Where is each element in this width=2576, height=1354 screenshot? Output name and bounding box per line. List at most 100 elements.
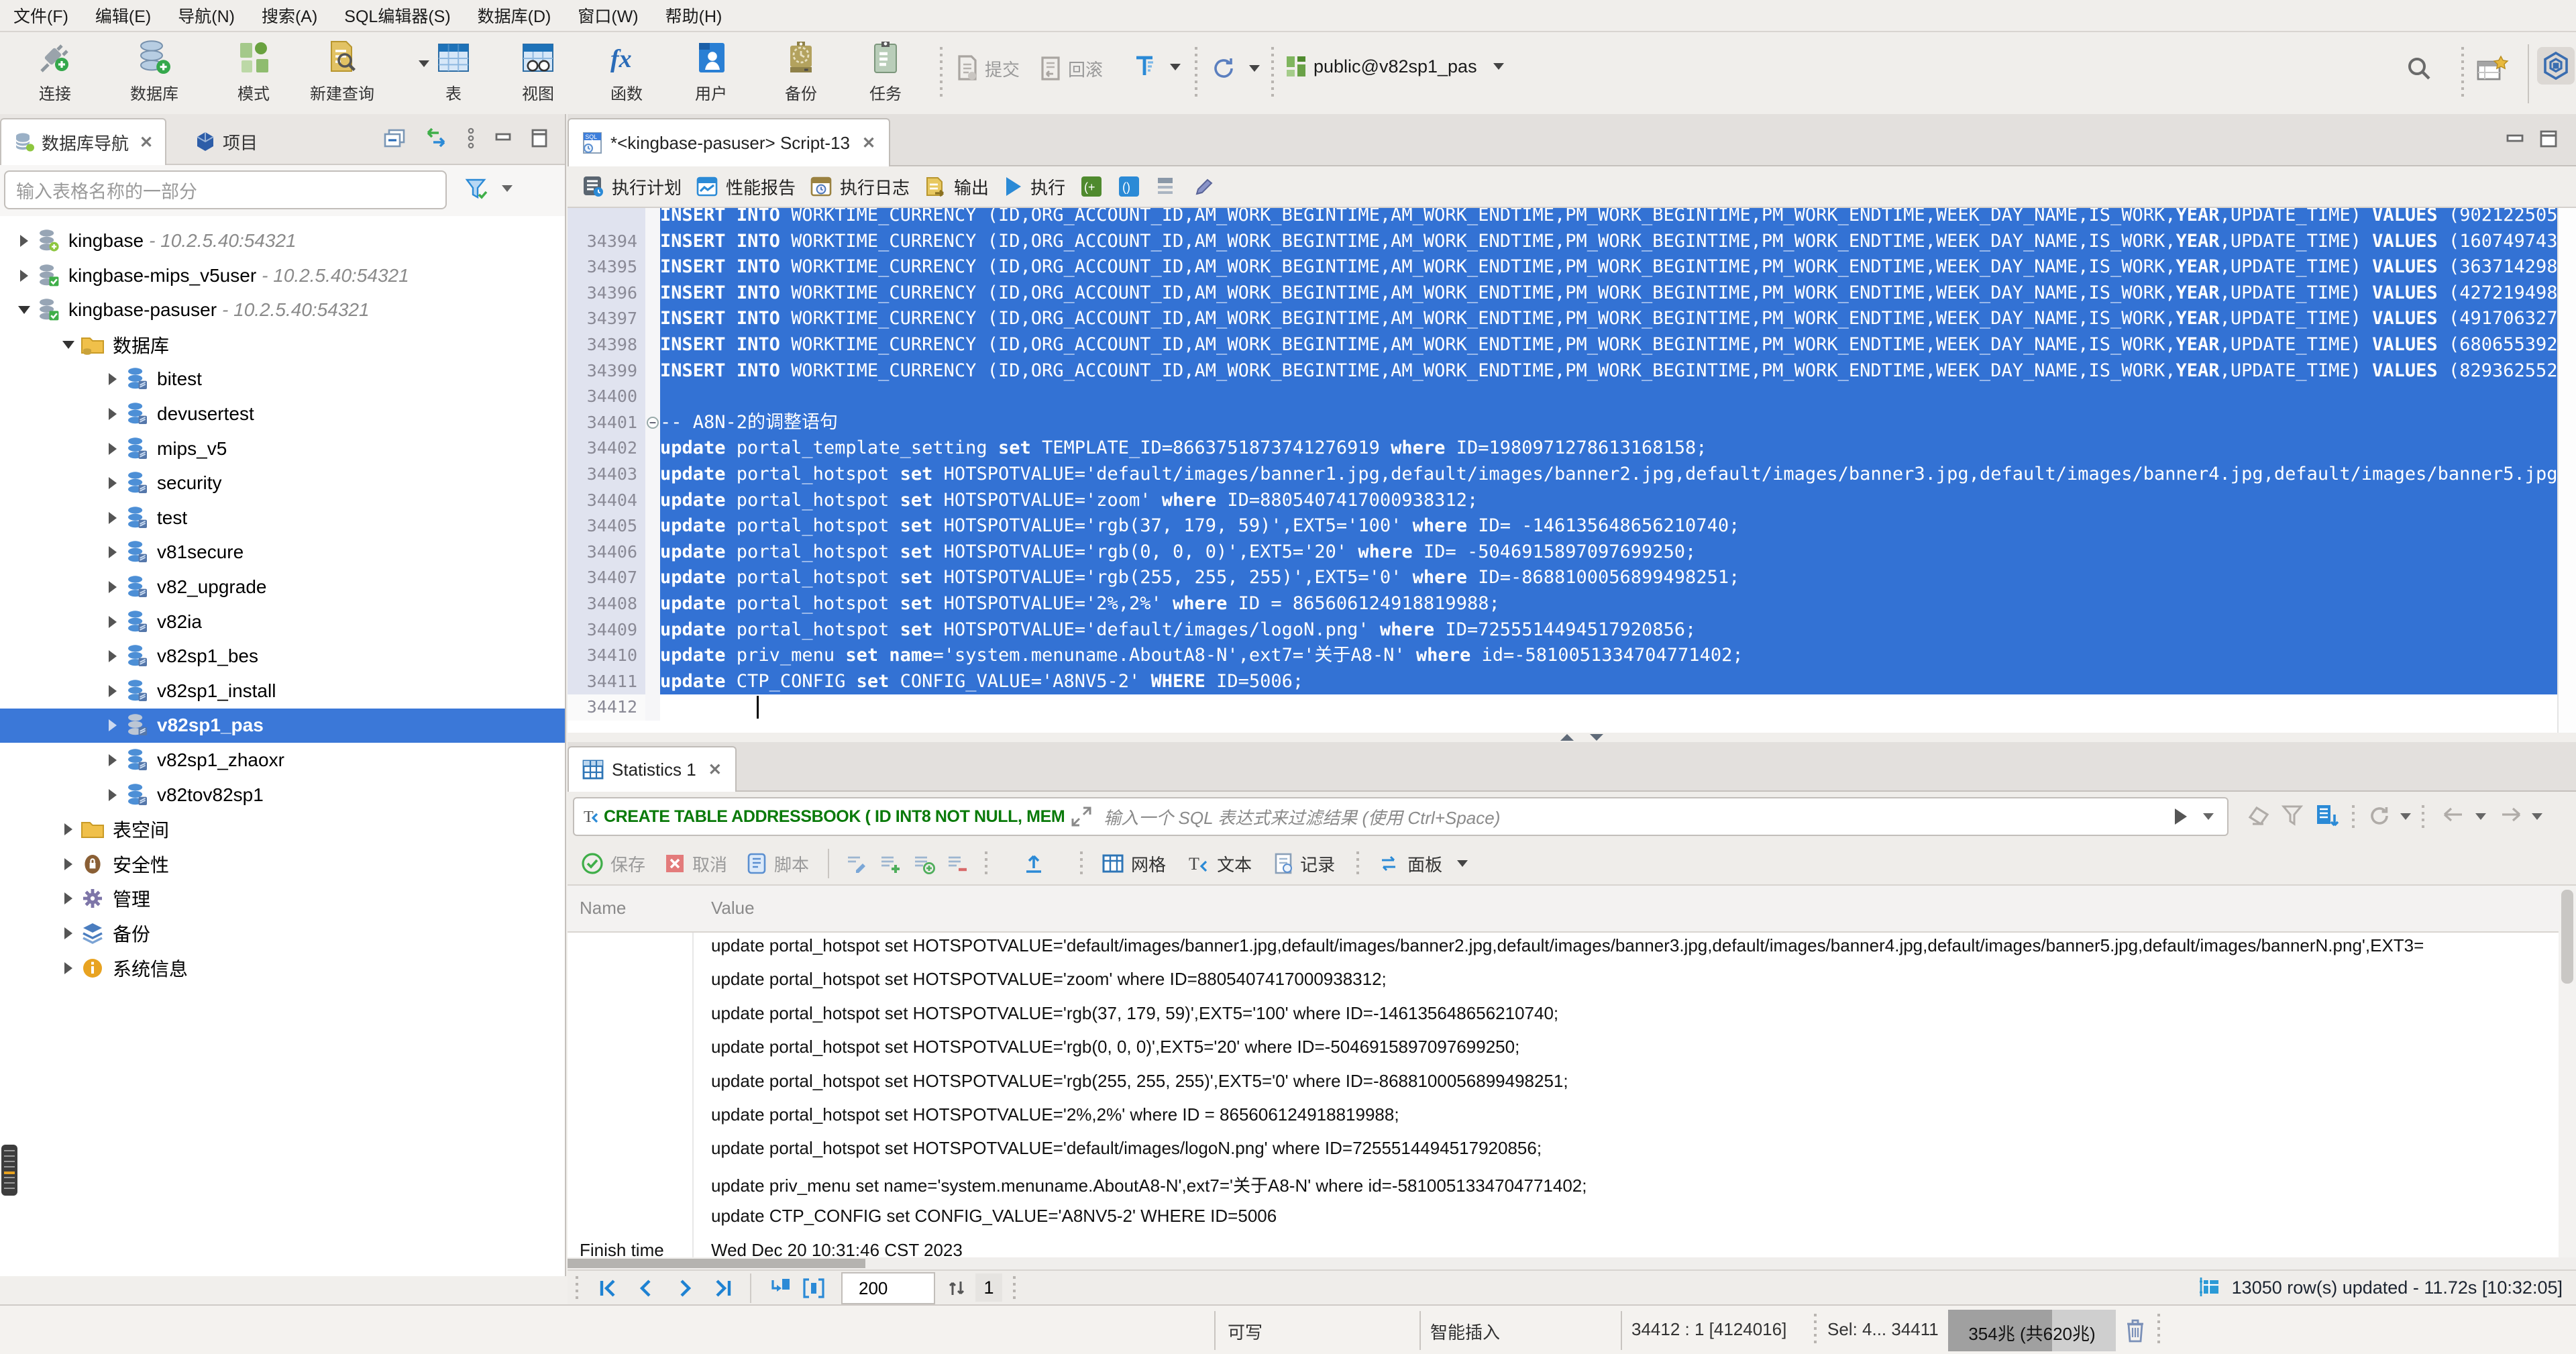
tree-item-v82sp1_install[interactable]: v82sp1_install [0,674,565,709]
tree-expand-arrow[interactable] [58,927,79,939]
result-row-3[interactable]: update portal_hotspot set HOTSPOTVALUE='… [568,1031,2559,1065]
view-button[interactable]: 视图 [494,39,582,104]
tree-expand-arrow[interactable] [102,685,123,697]
tree-expand-arrow[interactable] [58,892,79,904]
tree-expand-arrow[interactable] [102,546,123,558]
editor-line-34409[interactable]: 34409update portal_hotspot set HOTSPOTVA… [568,617,2576,643]
editor-line-34403[interactable]: 34403update portal_hotspot set HOTSPOTVA… [568,462,2576,488]
tree-item-系统信息[interactable]: 系统信息 [0,951,565,986]
menu-item-1[interactable]: 编辑(E) [82,3,164,28]
tree-expand-arrow[interactable] [102,754,123,766]
table-button[interactable]: 表 [409,39,498,104]
tree-item-mips_v5[interactable]: mips_v5 [0,431,565,466]
output-button[interactable]: 输出 [924,174,989,199]
editor-overview-ruler[interactable] [2557,208,2576,733]
fetch-next-icon[interactable] [769,1278,792,1299]
menu-item-2[interactable]: 导航(N) [164,3,248,28]
new-query-button[interactable]: 新建查询 [298,39,386,104]
tree-item-管理[interactable]: 管理 [0,882,565,917]
results-grid[interactable]: Name Value update portal_hotspot set HOT… [568,886,2559,1257]
tree-item-v81secure[interactable]: v81secure [0,535,565,570]
grid-view-button[interactable]: 网格 [1102,851,1166,876]
column-header-value[interactable]: Value [711,898,755,919]
last-page-icon[interactable] [712,1278,734,1299]
close-icon[interactable]: ✕ [140,133,153,152]
explain-plan-button[interactable]: 执行计划 [582,174,682,199]
tree-item-kingbase[interactable]: kingbase - 10.2.5.40:54321 [0,223,565,258]
execute-button[interactable]: 执行 [1004,174,1065,199]
tab-projects[interactable]: 项目 [182,118,270,165]
refresh-page-icon[interactable] [947,1278,966,1299]
user-button[interactable]: 用户 [667,39,755,104]
execution-log-button[interactable]: 执行日志 [810,174,910,199]
editor-line-34396[interactable]: 34396INSERT INTO WORKTIME_CURRENCY (ID,O… [568,280,2576,307]
result-row-0[interactable]: update portal_hotspot set HOTSPOTVALUE='… [568,930,2559,964]
connect-button[interactable]: 连接 [11,39,99,104]
editor-line-34410[interactable]: 34410update priv_menu set name='system.m… [568,643,2576,669]
tree-item-v82sp1_pas[interactable]: v82sp1_pas [0,709,565,743]
schema-button[interactable]: 模式 [209,39,298,104]
tree-item-devusertest[interactable]: devusertest [0,397,565,431]
tree-expand-arrow[interactable] [102,408,123,420]
result-row-8[interactable]: update CTP_CONFIG set CONFIG_VALUE='A8NV… [568,1200,2559,1234]
record-view-button[interactable]: 记录 [1273,851,1335,876]
tab-sql-script[interactable]: SQL *<kingbase-pasuser> Script-13 ✕ [568,118,890,166]
editor-line-34411[interactable]: 34411update CTP_CONFIG set CONFIG_VALUE=… [568,669,2576,695]
editor-line-34412[interactable]: 34412 [568,694,2576,721]
previous-result-icon[interactable] [2440,804,2467,825]
copy-row-button[interactable] [912,853,935,874]
function-button[interactable]: fx函数 [582,39,671,104]
filter-history-arrow[interactable] [2203,813,2214,820]
tree-expand-arrow[interactable] [102,789,123,801]
editor-line-34408[interactable]: 34408update portal_hotspot set HOTSPOTVA… [568,591,2576,617]
view-menu-icon[interactable] [466,127,476,149]
first-page-icon[interactable] [597,1278,619,1299]
filter-funnel-icon[interactable] [463,176,490,203]
editor-results-sash[interactable] [568,733,2576,742]
editor-line-34404[interactable]: 34404update portal_hotspot set HOTSPOTVA… [568,488,2576,514]
sash-up-icon[interactable] [1560,734,1574,741]
tree-item-v82_upgrade[interactable]: v82_upgrade [0,570,565,605]
tree-expand-arrow[interactable] [102,477,123,489]
result-row-5[interactable]: update portal_hotspot set HOTSPOTVALUE='… [568,1099,2559,1133]
new-sql-button[interactable]: (+ [1080,175,1103,198]
apply-filter-icon[interactable] [2172,807,2190,826]
sash-down-icon[interactable] [1590,734,1603,741]
tree-expand-arrow[interactable] [102,512,123,524]
script-button[interactable]: 脚本 [746,851,809,876]
tree-expand-arrow[interactable] [102,650,123,662]
garbage-collect-icon[interactable] [2125,1318,2145,1343]
tree-item-v82sp1_bes[interactable]: v82sp1_bes [0,639,565,674]
previous-dropdown-arrow[interactable] [2475,813,2486,820]
refresh-results-icon[interactable] [2368,804,2392,828]
edit-row-button[interactable] [845,853,868,874]
next-dropdown-arrow[interactable] [2532,813,2542,820]
tab-database-navigator[interactable]: 数据库导航 ✕ [0,118,166,165]
save-button[interactable]: 保存 [581,851,645,876]
tree-item-安全性[interactable]: 安全性 [0,847,565,882]
tree-expand-arrow[interactable] [102,616,123,628]
export-button[interactable] [1022,852,1045,875]
panel-button[interactable]: 面板 [1378,851,1468,876]
next-result-icon[interactable] [2497,804,2524,825]
close-icon[interactable]: ✕ [862,134,875,153]
minimize-icon[interactable] [494,129,513,148]
backup-button[interactable]: 备份 [757,39,845,104]
open-perspective-button[interactable] [2477,55,2509,85]
menu-item-4[interactable]: SQL编辑器(S) [331,3,464,28]
tree-item-bitest[interactable]: bitest [0,362,565,397]
custom-filter-icon[interactable] [2281,804,2305,828]
collapse-all-icon[interactable] [384,127,407,149]
text-view-button[interactable]: T 文本 [1187,851,1252,876]
grid-vertical-scrollbar[interactable] [2559,886,2576,1257]
format-sql-button[interactable]: () [1118,175,1140,198]
tree-expand-arrow[interactable] [102,373,123,385]
connection-selector[interactable]: public@v82sp1_pas [1285,55,1504,78]
filter-dropdown-arrow[interactable] [502,185,513,192]
tree-expand-arrow[interactable] [102,719,123,731]
link-editor-icon[interactable] [424,127,448,149]
tree-expand-arrow[interactable] [102,443,123,455]
previous-page-icon[interactable] [635,1278,656,1299]
editor-line-34398[interactable]: 34398INSERT INTO WORKTIME_CURRENCY (ID,O… [568,332,2576,358]
tree-item-security[interactable]: security [0,466,565,501]
